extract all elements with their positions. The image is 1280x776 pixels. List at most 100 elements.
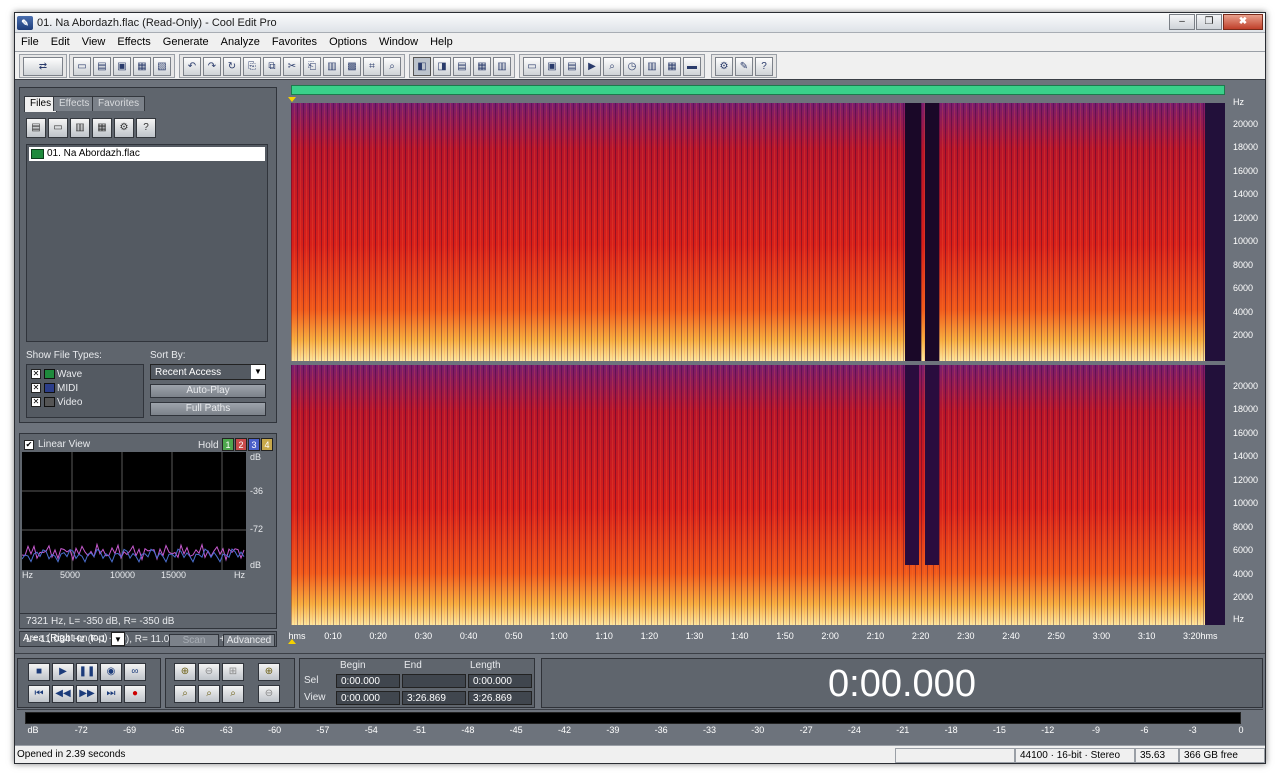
- file-list-item[interactable]: 01. Na Abordazh.flac: [29, 147, 265, 161]
- undo-icon[interactable]: ↶: [183, 56, 201, 76]
- time-window-icon[interactable]: ◷: [623, 56, 641, 76]
- delete-silence-icon[interactable]: ⌕: [383, 56, 401, 76]
- organizer-window-icon[interactable]: ▭: [523, 56, 541, 76]
- zoom-window-icon[interactable]: ⌕: [603, 56, 621, 76]
- save-as-icon[interactable]: ▦: [133, 56, 151, 76]
- fast-forward-button[interactable]: ▶▶: [76, 685, 98, 703]
- menu-help[interactable]: Help: [424, 33, 459, 52]
- settings-icon[interactable]: ⚙: [715, 56, 733, 76]
- zoom-right-icon[interactable]: ⌕: [222, 685, 244, 703]
- auto-play-button[interactable]: Auto-Play: [150, 384, 266, 398]
- menu-options[interactable]: Options: [323, 33, 373, 52]
- checkbox-checked-icon[interactable]: ✕: [31, 397, 41, 407]
- scan-button[interactable]: Scan: [169, 634, 219, 647]
- rewind-button[interactable]: ◀◀: [52, 685, 74, 703]
- organizer-help-icon[interactable]: ?: [136, 118, 156, 138]
- save-selection-icon[interactable]: ▧: [153, 56, 171, 76]
- tab-favorites[interactable]: Favorites: [92, 96, 146, 111]
- title-bar[interactable]: ✎ 01. Na Abordazh.flac (Read-Only) - Coo…: [15, 13, 1265, 33]
- multitrack-toggle-icon[interactable]: ⇄: [23, 56, 63, 76]
- maximize-button[interactable]: ❐: [1196, 14, 1222, 30]
- filetype-midi[interactable]: ✕ MIDI: [31, 382, 78, 395]
- menu-effects[interactable]: Effects: [111, 33, 156, 52]
- edit-both-icon[interactable]: ▦: [473, 56, 491, 76]
- cue-list-icon[interactable]: ▣: [543, 56, 561, 76]
- insert-playlist-icon[interactable]: ▦: [92, 118, 112, 138]
- hold-button-3[interactable]: 3: [248, 438, 260, 451]
- sel-length-field[interactable]: 0:00.000: [468, 674, 532, 688]
- level-meter-icon[interactable]: ▦: [663, 56, 681, 76]
- zoom-in-icon[interactable]: ⊕: [174, 663, 196, 681]
- hold-button-4[interactable]: 4: [261, 438, 273, 451]
- checkbox-checked-icon[interactable]: ✕: [31, 369, 41, 379]
- view-end-field[interactable]: 3:26.869: [402, 691, 466, 705]
- sel-begin-field[interactable]: 0:00.000: [336, 674, 400, 688]
- sel-end-field[interactable]: [402, 674, 466, 688]
- zoom-out-vertical-icon[interactable]: ⊖: [258, 685, 280, 703]
- go-to-end-button[interactable]: ⏭: [100, 685, 122, 703]
- play-to-end-button[interactable]: ◉: [100, 663, 122, 681]
- trim-icon[interactable]: ⌗: [363, 56, 381, 76]
- paste-icon[interactable]: ⎗: [303, 56, 321, 76]
- close-button[interactable]: ✖: [1223, 14, 1263, 30]
- zoom-selection-icon[interactable]: ⌕: [198, 685, 220, 703]
- spectrogram[interactable]: [291, 103, 1225, 625]
- open-file-icon[interactable]: ▤: [26, 118, 46, 138]
- redo-icon[interactable]: ↷: [203, 56, 221, 76]
- spectrogram-right-channel[interactable]: [291, 365, 1225, 625]
- organizer-options-icon[interactable]: ⚙: [114, 118, 134, 138]
- stop-button[interactable]: ■: [28, 663, 50, 681]
- menu-view[interactable]: View: [76, 33, 112, 52]
- hold-button-2[interactable]: 2: [235, 438, 247, 451]
- transport-icon[interactable]: ▶: [583, 56, 601, 76]
- chevron-down-icon[interactable]: ▼: [111, 632, 125, 646]
- frequency-graph[interactable]: [21, 452, 246, 570]
- view-begin-field[interactable]: 0:00.000: [336, 691, 400, 705]
- pause-button[interactable]: ❚❚: [76, 663, 98, 681]
- waveform-view-icon[interactable]: ◨: [433, 56, 451, 76]
- hold-button-1[interactable]: 1: [222, 438, 234, 451]
- record-button[interactable]: ●: [124, 685, 146, 703]
- status-bar-icon[interactable]: ▬: [683, 56, 701, 76]
- zoom-full-icon[interactable]: ⊞: [222, 663, 244, 681]
- menu-generate[interactable]: Generate: [157, 33, 215, 52]
- tab-effects[interactable]: Effects: [53, 96, 96, 111]
- chevron-down-icon[interactable]: ▼: [251, 365, 265, 379]
- minimize-button[interactable]: ‒: [1169, 14, 1195, 30]
- menu-analyze[interactable]: Analyze: [215, 33, 266, 52]
- copy-new-icon[interactable]: ⧉: [263, 56, 281, 76]
- close-file-icon[interactable]: ▭: [48, 118, 68, 138]
- app-icon[interactable]: ✎: [17, 15, 33, 30]
- full-paths-button[interactable]: Full Paths: [150, 402, 266, 416]
- menu-favorites[interactable]: Favorites: [266, 33, 323, 52]
- spectrogram-left-channel[interactable]: [291, 103, 1225, 361]
- overview-range-bar[interactable]: [291, 85, 1225, 95]
- filetype-video[interactable]: ✕ Video: [31, 396, 82, 409]
- level-meter-bar[interactable]: [25, 712, 1241, 724]
- linear-view-checkbox[interactable]: ✔: [24, 440, 34, 450]
- zoom-in-vertical-icon[interactable]: ⊕: [258, 663, 280, 681]
- go-to-start-button[interactable]: ⏮: [28, 685, 50, 703]
- filetype-wave[interactable]: ✕ Wave: [31, 368, 82, 381]
- checkbox-checked-icon[interactable]: ✕: [31, 383, 41, 393]
- script-icon[interactable]: ✎: [735, 56, 753, 76]
- play-button[interactable]: ▶: [52, 663, 74, 681]
- loop-button[interactable]: ∞: [124, 663, 146, 681]
- file-list[interactable]: 01. Na Abordazh.flac: [26, 144, 268, 342]
- help-icon[interactable]: ?: [755, 56, 773, 76]
- open-folder-icon[interactable]: ▤: [93, 56, 111, 76]
- cut-icon[interactable]: ✂: [283, 56, 301, 76]
- edit-left-icon[interactable]: ▤: [453, 56, 471, 76]
- view-length-field[interactable]: 3:26.869: [468, 691, 532, 705]
- selection-window-icon[interactable]: ▥: [643, 56, 661, 76]
- edit-right-icon[interactable]: ▥: [493, 56, 511, 76]
- copy-icon[interactable]: ⎘: [243, 56, 261, 76]
- paste-new-icon[interactable]: ▥: [323, 56, 341, 76]
- repeat-icon[interactable]: ↻: [223, 56, 241, 76]
- menu-edit[interactable]: Edit: [45, 33, 76, 52]
- spectral-view-icon[interactable]: ◧: [413, 56, 431, 76]
- time-ruler[interactable]: hms 0:10 0:20 0:30 0:40 0:50 1:00 1:10 1:20 1:30 1…: [288, 629, 1225, 643]
- playhead-top-marker-icon[interactable]: [288, 97, 296, 102]
- sort-by-select[interactable]: Recent Access ▼: [150, 364, 266, 380]
- zoom-left-icon[interactable]: ⌕: [174, 685, 196, 703]
